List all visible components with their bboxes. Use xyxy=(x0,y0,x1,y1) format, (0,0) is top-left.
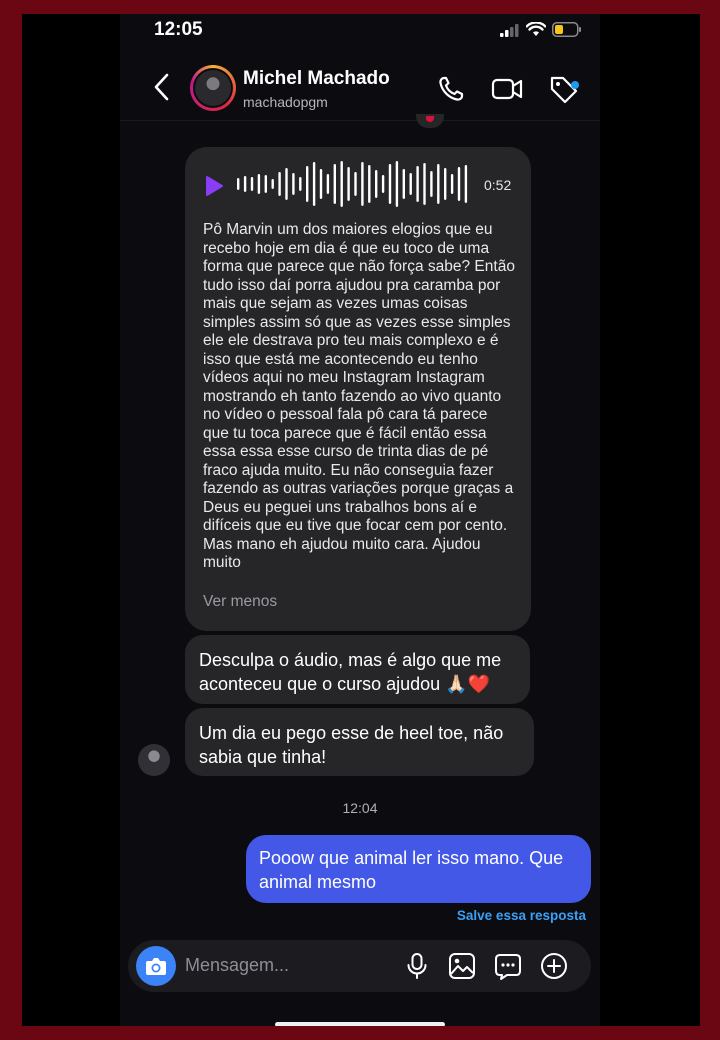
back-chevron-icon[interactable] xyxy=(150,70,174,104)
play-icon[interactable] xyxy=(203,175,225,197)
phone-icon[interactable] xyxy=(436,74,468,104)
profile-avatar[interactable] xyxy=(190,65,236,111)
microphone-icon[interactable] xyxy=(403,952,431,980)
save-reply-link[interactable]: Salve essa resposta xyxy=(457,908,586,923)
message-text: Um dia eu pego esse de heel toe, não sab… xyxy=(199,723,504,767)
camera-button[interactable] xyxy=(136,946,176,986)
heart-icon xyxy=(426,116,434,122)
cellular-signal-icon xyxy=(500,23,519,37)
received-message[interactable]: Um dia eu pego esse de heel toe, não sab… xyxy=(185,708,534,776)
message-timestamp: 12:04 xyxy=(342,800,378,816)
status-icons xyxy=(500,22,582,37)
sent-message[interactable]: Pooow que animal ler isso mano. Que anim… xyxy=(246,835,591,903)
sticker-icon[interactable] xyxy=(494,952,522,980)
see-less-link[interactable]: Ver menos xyxy=(203,593,277,611)
message-text: Pooow que animal ler isso mano. Que anim… xyxy=(259,848,564,892)
contact-handle[interactable]: machadopgm xyxy=(243,94,328,110)
contact-name[interactable]: Michel Machado xyxy=(243,68,390,90)
sender-avatar[interactable] xyxy=(138,744,170,776)
phone-screen: 12:05 Michel Machado machadopgm 0:52 Pô … xyxy=(120,14,600,1026)
home-indicator xyxy=(275,1022,445,1026)
wifi-icon xyxy=(526,22,546,36)
video-camera-icon[interactable] xyxy=(491,74,523,104)
status-time: 12:05 xyxy=(154,19,203,40)
image-icon[interactable] xyxy=(448,952,476,980)
status-bar: 12:05 xyxy=(120,14,600,54)
battery-icon xyxy=(552,22,581,37)
camera-icon xyxy=(146,958,166,975)
plus-icon[interactable] xyxy=(540,952,568,980)
header-divider xyxy=(120,120,600,121)
audio-transcript: Pô Marvin um dos maiores elogios que eu … xyxy=(203,221,515,571)
received-message[interactable]: Desculpa o áudio, mas é algo que me acon… xyxy=(185,635,530,704)
chat-header: Michel Machado machadopgm xyxy=(120,54,600,122)
audio-waveform[interactable] xyxy=(237,161,471,207)
audio-duration: 0:52 xyxy=(484,177,512,193)
message-composer: Mensagem... xyxy=(128,940,591,992)
tag-icon[interactable] xyxy=(548,74,580,104)
audio-message-bubble[interactable]: 0:52 Pô Marvin um dos maiores elogios qu… xyxy=(185,147,531,631)
message-text: Desculpa o áudio, mas é algo que me acon… xyxy=(199,650,502,694)
reaction-badge[interactable] xyxy=(416,114,444,128)
message-input[interactable]: Mensagem... xyxy=(185,955,289,976)
notification-dot xyxy=(571,81,579,89)
